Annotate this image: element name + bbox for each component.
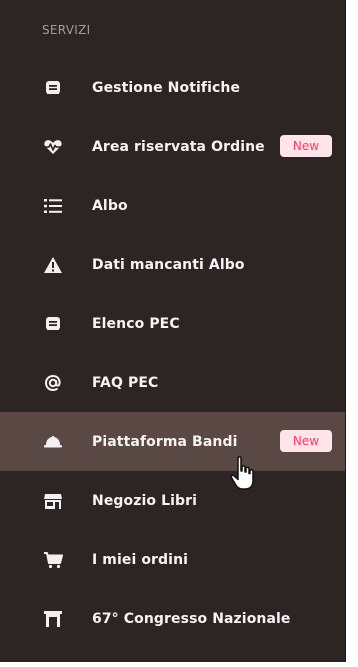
menu-item-label: Area riservata Ordine bbox=[92, 138, 265, 155]
warning-icon bbox=[42, 254, 64, 276]
menu-item-negozio-libri[interactable]: Negozio Libri bbox=[0, 471, 345, 530]
menu-item-label: Albo bbox=[92, 197, 128, 214]
store-icon bbox=[42, 490, 64, 512]
menu-item-label: Gestione Notifiche bbox=[92, 79, 241, 96]
cart-icon bbox=[42, 549, 64, 571]
new-badge: New bbox=[280, 135, 332, 157]
menu-item-label: I miei ordini bbox=[92, 551, 189, 568]
section-title: SERVIZI bbox=[42, 23, 91, 37]
menu-item-elenco-pec[interactable]: Elenco PEC bbox=[0, 294, 345, 353]
menu-item-label: Piattaforma Bandi bbox=[92, 433, 238, 450]
menu-item-label: FAQ PEC bbox=[92, 374, 159, 391]
menu-item-label: Negozio Libri bbox=[92, 492, 198, 509]
services-menu: Gestione Notifiche Area riservata Ordine… bbox=[0, 58, 345, 648]
menu-item-label: 67° Congresso Nazionale bbox=[92, 610, 291, 627]
menu-item-piattaforma-bandi[interactable]: Piattaforma Bandi New bbox=[0, 412, 345, 471]
menu-item-label: Dati mancanti Albo bbox=[92, 256, 245, 273]
envelope-icon bbox=[42, 313, 64, 335]
hard-hat-icon bbox=[42, 431, 64, 453]
menu-item-gestione-notifiche[interactable]: Gestione Notifiche bbox=[0, 58, 345, 117]
envelope-icon bbox=[42, 77, 64, 99]
landmark-icon bbox=[42, 608, 64, 630]
menu-item-i-miei-ordini[interactable]: I miei ordini bbox=[0, 530, 345, 589]
menu-item-dati-mancanti-albo[interactable]: Dati mancanti Albo bbox=[0, 235, 345, 294]
menu-item-faq-pec[interactable]: FAQ PEC bbox=[0, 353, 345, 412]
sidebar: SERVIZI Gestione Notifiche Area riservat… bbox=[0, 0, 346, 662]
menu-item-albo[interactable]: Albo bbox=[0, 176, 345, 235]
new-badge: New bbox=[280, 430, 332, 452]
menu-item-area-riservata-ordine[interactable]: Area riservata Ordine New bbox=[0, 117, 345, 176]
menu-item-congresso-nazionale[interactable]: 67° Congresso Nazionale bbox=[0, 589, 345, 648]
menu-item-label: Elenco PEC bbox=[92, 315, 180, 332]
at-icon bbox=[42, 372, 64, 394]
heartbeat-icon bbox=[42, 136, 64, 158]
list-icon bbox=[42, 195, 64, 217]
